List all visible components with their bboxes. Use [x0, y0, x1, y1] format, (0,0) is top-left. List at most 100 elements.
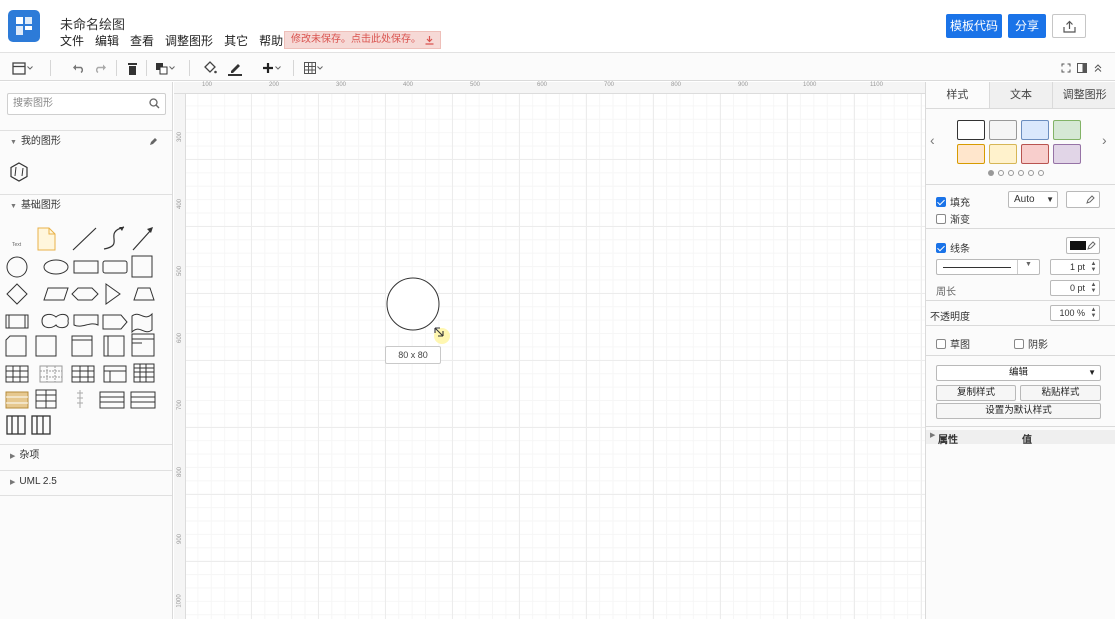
line-pattern-preview [943, 267, 1011, 268]
fullscreen-button[interactable] [1061, 60, 1071, 76]
line-width-input[interactable]: 1 pt ▲ ▼ [1050, 259, 1100, 275]
toolbar [0, 52, 1115, 81]
edit-style-select[interactable]: 编辑 ▼ [936, 365, 1101, 381]
line-row: 线条 [936, 240, 970, 255]
chevron-left-icon[interactable]: ‹ [930, 132, 935, 148]
opacity-input[interactable]: 100 % ▲ ▼ [1050, 305, 1100, 321]
undo-icon [72, 63, 85, 73]
template-code-button[interactable]: 模板代码 [946, 14, 1002, 38]
spinner-icon[interactable]: ▲ ▼ [1089, 261, 1098, 273]
swatch-pager [988, 170, 1044, 176]
tab-arrange[interactable]: 调整图形 [1052, 82, 1115, 108]
shadow-label: 阴影 [1028, 340, 1048, 351]
gradient-checkbox[interactable] [936, 213, 946, 224]
panel-divider [926, 355, 1115, 356]
fill-color-button[interactable] [203, 60, 217, 76]
section-misc[interactable]: ▶ 杂项 [0, 444, 172, 466]
style-swatch[interactable] [957, 144, 985, 164]
copy-style-button[interactable]: 复制样式 [936, 385, 1016, 401]
undo-button[interactable] [72, 60, 85, 76]
tab-text[interactable]: 文本 [988, 82, 1053, 108]
style-swatch[interactable] [1021, 144, 1049, 164]
ruler-label: 900 [177, 533, 184, 545]
insert-button[interactable] [262, 60, 282, 76]
style-swatch[interactable] [1021, 120, 1049, 140]
menu-help[interactable]: 帮助 [259, 32, 283, 49]
eyedropper-icon [1086, 195, 1095, 204]
set-default-style-button[interactable]: 设置为默认样式 [936, 403, 1101, 419]
gradient-label: 渐变 [950, 215, 970, 226]
unsaved-notice-text: 修改未保存。点击此处保存。 [291, 34, 421, 45]
perimeter-input[interactable]: 0 pt ▲ ▼ [1050, 280, 1100, 296]
menu-edit[interactable]: 编辑 [95, 32, 119, 49]
toolbar-divider [116, 60, 117, 76]
menu-arrange[interactable]: 调整图形 [165, 32, 213, 49]
search-placeholder: 搜索图形 [13, 98, 53, 109]
property-table-header: ▶ 属性 值 [926, 430, 1115, 446]
edit-pencil-icon[interactable] [149, 137, 158, 146]
section-basic-shapes[interactable]: ▼ 基础图形 [0, 194, 172, 216]
delete-button[interactable] [127, 60, 138, 76]
menu-view[interactable]: 查看 [130, 32, 154, 49]
search-icon [149, 98, 160, 109]
shadow-checkbox[interactable] [1014, 338, 1024, 349]
style-swatch[interactable] [989, 144, 1017, 164]
line-width-value: 1 pt [1069, 262, 1085, 272]
section-divider [0, 495, 172, 496]
pager-dot[interactable] [988, 170, 994, 176]
style-swatch[interactable] [989, 120, 1017, 140]
style-swatch[interactable] [1053, 120, 1081, 140]
style-swatch[interactable] [1053, 144, 1081, 164]
spinner-icon[interactable]: ▲ ▼ [1089, 282, 1098, 294]
pager-dot[interactable] [1018, 170, 1024, 176]
property-column-header: 属性 [938, 435, 958, 446]
custom-shape-hexagon[interactable] [9, 162, 29, 182]
sketch-checkbox[interactable] [936, 338, 946, 349]
circle-shape[interactable] [380, 272, 460, 344]
redo-button[interactable] [94, 60, 107, 76]
expand-triangle-icon[interactable]: ▶ [930, 431, 935, 439]
ruler-label: 800 [671, 82, 682, 88]
menu-file[interactable]: 文件 [60, 32, 84, 49]
style-swatch[interactable] [957, 120, 985, 140]
spinner-icon[interactable]: ▲ ▼ [1089, 307, 1098, 319]
paste-style-button[interactable]: 粘贴样式 [1020, 385, 1101, 401]
pager-dot[interactable] [1038, 170, 1044, 176]
tab-style[interactable]: 样式 [926, 82, 989, 108]
collapse-button[interactable] [1093, 60, 1103, 76]
unsaved-notice-button[interactable]: 修改未保存。点击此处保存。 [284, 31, 441, 49]
ruler-label: 900 [738, 82, 749, 88]
shape-gallery-grid[interactable]: Text [0, 222, 172, 440]
section-uml[interactable]: ▶ UML 2.5 [0, 470, 172, 492]
horizontal-ruler[interactable]: 100 200 300 400 500 600 700 800 900 1000… [174, 82, 925, 94]
collapse-triangle-icon: ▶ [10, 479, 16, 486]
line-color-button[interactable] [227, 60, 243, 76]
format-panel-toggle-button[interactable] [1077, 60, 1087, 76]
menu-extras[interactable]: 其它 [224, 32, 248, 49]
line-pattern-select[interactable]: ▼ [936, 259, 1040, 275]
fill-checkbox[interactable] [936, 196, 946, 207]
panel-divider [926, 426, 1115, 427]
table-button[interactable] [304, 60, 324, 76]
share-button[interactable]: 分享 [1008, 14, 1046, 38]
panel-toggle-button[interactable] [12, 60, 34, 76]
line-color-picker[interactable] [1066, 237, 1100, 254]
shape-search-input[interactable]: 搜索图形 [7, 93, 166, 115]
pager-dot[interactable] [1008, 170, 1014, 176]
to-front-button[interactable] [155, 60, 176, 76]
toolbar-divider [189, 60, 190, 76]
diagram-canvas[interactable] [186, 94, 925, 619]
document-title[interactable]: 未命名绘图 [60, 14, 125, 33]
vertical-ruler[interactable]: 300 400 500 600 700 800 900 1000 [174, 94, 186, 619]
line-label: 线条 [950, 244, 970, 255]
line-checkbox[interactable] [936, 242, 946, 253]
fill-color-picker[interactable] [1066, 191, 1100, 208]
pager-dot[interactable] [998, 170, 1004, 176]
pager-dot[interactable] [1028, 170, 1034, 176]
fill-mode-select[interactable]: Auto ▼ [1008, 191, 1058, 208]
chevron-right-icon[interactable]: › [1102, 132, 1107, 148]
app-logo-icon[interactable] [8, 10, 40, 42]
section-my-shapes[interactable]: ▼ 我的图形 [0, 130, 172, 152]
export-button[interactable] [1052, 14, 1086, 38]
ruler-label: 300 [336, 82, 347, 88]
